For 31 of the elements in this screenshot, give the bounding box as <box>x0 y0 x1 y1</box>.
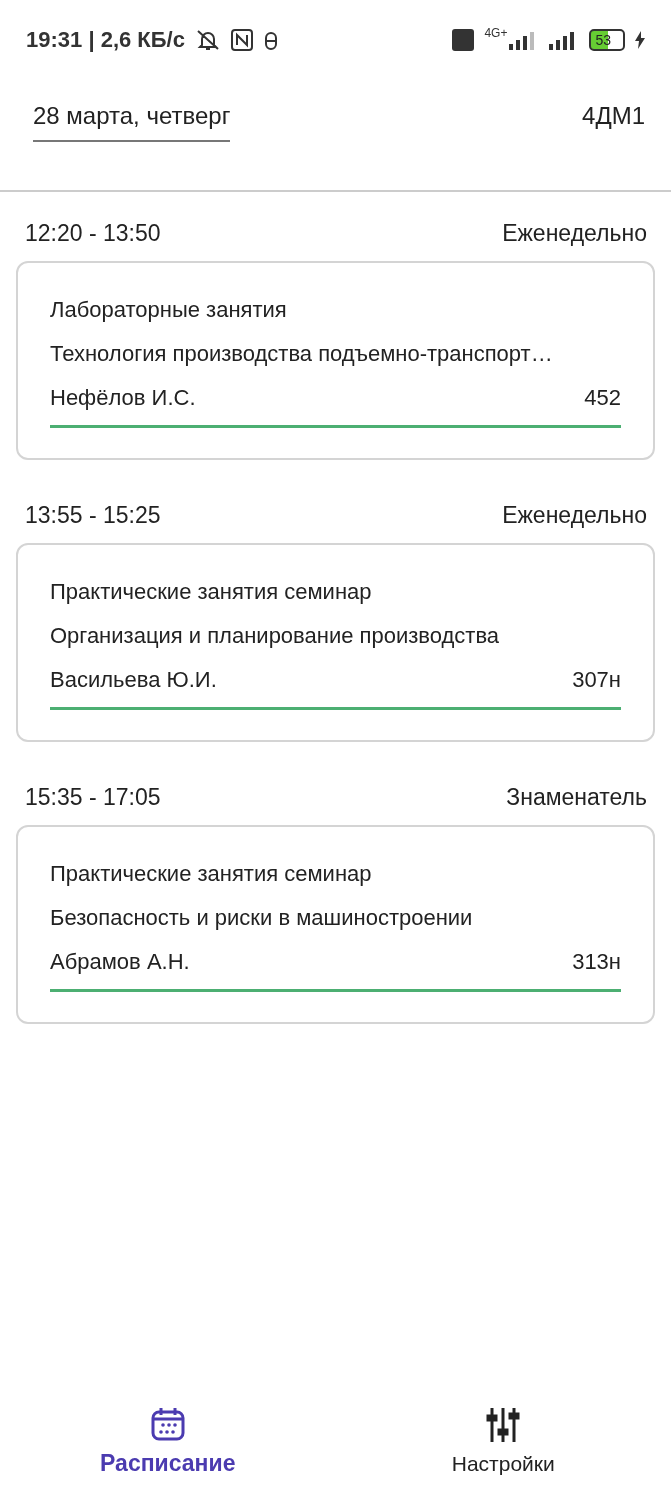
status-time: 19:31 | 2,6 КБ/с <box>26 27 185 53</box>
teacher-name: Нефёлов И.С. <box>50 385 196 411</box>
lesson-subject: Безопасность и риски в машиностроении <box>50 905 474 931</box>
room-number: 452 <box>584 385 621 411</box>
lesson-type: Лабораторные занятия <box>50 297 288 323</box>
lesson-subject: Технология производства подъемно-транспорт… <box>50 341 554 367</box>
teacher-name: Абрамов А.Н. <box>50 949 190 975</box>
room-number: 313н <box>572 949 621 975</box>
nav-tab[interactable]: Расписание <box>0 1405 336 1478</box>
nfc-icon <box>230 29 253 51</box>
lesson-frequency: Еженедельно <box>502 220 647 247</box>
group-name[interactable]: 4ДМ1 <box>582 102 645 130</box>
lesson-frequency: Знаменатель <box>506 784 647 811</box>
lesson-type: Практические занятия семинар <box>50 861 373 887</box>
lesson-card[interactable]: Практические занятия семинар Организация и планирование производства Васильева Ю.И. 307н <box>16 543 655 742</box>
lesson-card[interactable]: Практические занятия семинар Безопасность и риски в машиностроении Абрамов А.Н. 313н <box>16 825 655 1024</box>
sliders-icon <box>485 1406 522 1444</box>
calendar-icon <box>149 1406 186 1442</box>
lesson-frequency: Еженедельно <box>502 502 647 529</box>
lesson-time: 12:20 - 13:50 <box>25 220 161 247</box>
network-type: 4G+ <box>484 26 508 40</box>
lesson-subject: Организация и планирование производства <box>50 623 501 649</box>
lesson-type: Практические занятия семинар <box>50 579 373 605</box>
lesson-time: 15:35 - 17:05 <box>25 784 161 811</box>
teacher-name: Васильева Ю.И. <box>50 667 217 693</box>
date-selector[interactable]: 28 марта, четверг <box>33 102 231 142</box>
lesson-time: 13:55 - 15:25 <box>25 502 161 529</box>
charging-icon <box>635 31 645 49</box>
room-number: 307н <box>572 667 621 693</box>
lesson-card[interactable]: Лабораторные занятия Технология производства подъемно-транспорт… Нефёлов И.С. 452 <box>16 261 655 460</box>
nav-tab[interactable]: Настройки <box>335 1405 671 1478</box>
